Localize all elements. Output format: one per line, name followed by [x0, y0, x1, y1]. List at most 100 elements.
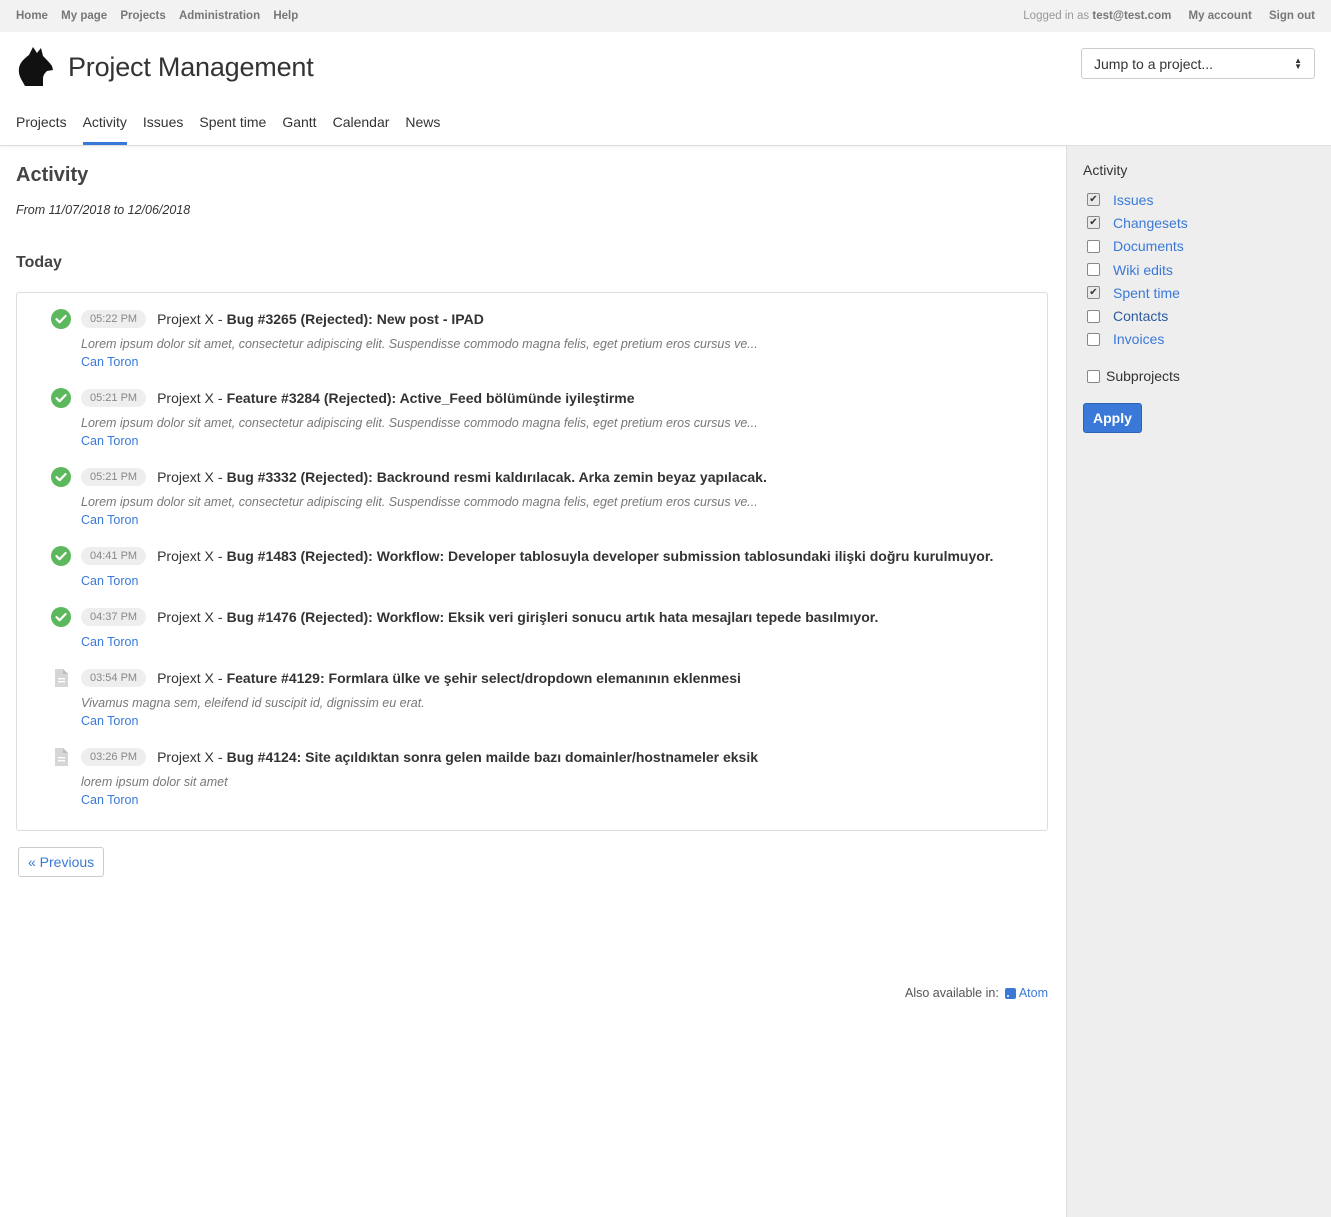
activity-item-header: 04:37 PM Projext X - Bug #1476 (Rejected): …: [81, 605, 1031, 629]
activity-description: Lorem ipsum dolor sit amet, consectetur …: [81, 416, 758, 430]
filter-invoices-checkbox[interactable]: [1087, 332, 1100, 346]
top-menu-projects[interactable]: Projects: [120, 10, 165, 22]
activity-time: 05:22 PM: [81, 310, 147, 328]
activity-list: 05:22 PM Projext X - Bug #3265 (Rejected): …: [16, 292, 1048, 831]
filter-wiki-edits-link[interactable]: Wiki edits: [1113, 262, 1173, 278]
filter-wiki-edits-checkbox[interactable]: [1087, 263, 1100, 277]
activity-project-link[interactable]: Projext X: [157, 609, 214, 625]
activity-author-link[interactable]: Can Toron: [81, 793, 1031, 807]
tab-spent-time[interactable]: Spent time: [199, 114, 266, 145]
sign-out-link[interactable]: Sign out: [1269, 10, 1315, 22]
activity-time: 04:37 PM: [81, 608, 147, 626]
activity-author-link[interactable]: Can Toron: [81, 574, 1031, 588]
filter-issues-link[interactable]: Issues: [1113, 192, 1153, 208]
activity-time: 05:21 PM: [81, 389, 147, 407]
activity-description: Lorem ipsum dolor sit amet, consectetur …: [81, 495, 758, 509]
activity-separator: -: [217, 469, 223, 485]
activity-author-link[interactable]: Can Toron: [81, 714, 1031, 728]
sidebar-title: Activity: [1083, 162, 1128, 178]
activity-author-link[interactable]: Can Toron: [81, 434, 1031, 448]
page-title: Activity: [16, 164, 89, 186]
subprojects-option[interactable]: Subprojects: [1083, 368, 1315, 384]
activity-item-header: 04:41 PM Projext X - Bug #1483 (Rejected): …: [81, 544, 1031, 568]
tab-news[interactable]: News: [405, 114, 440, 145]
jump-to-project-placeholder: Jump to a project...: [1094, 55, 1214, 72]
filter-wiki-edits[interactable]: Wiki edits: [1083, 258, 1315, 281]
activity-issue-link[interactable]: Bug #1476 (Rejected): Workflow: Eksik ve…: [227, 609, 879, 625]
activity-separator: -: [217, 548, 223, 564]
site-title[interactable]: Project Management: [68, 52, 314, 83]
filter-spent-time-link[interactable]: Spent time: [1113, 285, 1180, 301]
activity-item-header: 03:26 PM Projext X - Bug #4124: Site açıldı…: [81, 745, 1031, 769]
atom-label: Atom: [1018, 986, 1048, 1000]
activity-project-link[interactable]: Projext X: [157, 390, 214, 406]
activity-separator: -: [217, 749, 223, 765]
jump-to-project-select[interactable]: Jump to a project... ▲ ▼: [1081, 48, 1315, 79]
tab-gantt[interactable]: Gantt: [282, 114, 316, 145]
top-menu-help[interactable]: Help: [273, 10, 298, 22]
filter-documents[interactable]: Documents: [1083, 235, 1315, 258]
activity-project-link[interactable]: Projext X: [157, 749, 214, 765]
previous-button[interactable]: « Previous: [18, 847, 105, 877]
filter-documents-checkbox[interactable]: [1087, 239, 1100, 253]
activity-issue-link[interactable]: Feature #4129: Formlara ülke ve şehir se…: [227, 670, 741, 686]
filter-invoices[interactable]: Invoices: [1083, 328, 1315, 351]
sidebar: Activity ✔ Issues ✔ Changesets Documents Wiki…: [1066, 146, 1331, 1217]
atom-feed-link[interactable]: Atom: [1001, 986, 1048, 1000]
filter-spent-time-checkbox[interactable]: ✔: [1087, 286, 1100, 300]
activity-author-link[interactable]: Can Toron: [81, 355, 1031, 369]
activity-item: 05:21 PM Projext X - Bug #3332 (Rejected): …: [33, 465, 1031, 527]
subprojects-checkbox[interactable]: [1087, 369, 1100, 383]
apply-button[interactable]: Apply: [1083, 403, 1142, 434]
filter-contacts-checkbox[interactable]: [1087, 309, 1100, 323]
also-available-label: Also available in:: [905, 986, 999, 1000]
top-menu-home[interactable]: Home: [16, 10, 48, 22]
activity-issue-link[interactable]: Bug #1483 (Rejected): Workflow: Develope…: [227, 548, 994, 564]
filter-changesets[interactable]: ✔ Changesets: [1083, 211, 1315, 234]
check-circle-icon: [51, 607, 71, 627]
feed-icon: [1004, 987, 1016, 999]
tab-issues[interactable]: Issues: [143, 114, 183, 145]
activity-issue-link[interactable]: Bug #3332 (Rejected): Backround resmi ka…: [227, 469, 767, 485]
filter-documents-link[interactable]: Documents: [1113, 238, 1184, 254]
activity-issue-link[interactable]: Bug #3265 (Rejected): New post - IPAD: [227, 311, 484, 327]
top-menu-my-page[interactable]: My page: [61, 10, 107, 22]
activity-item-header: 05:22 PM Projext X - Bug #3265 (Rejected): …: [81, 307, 1031, 331]
filter-contacts[interactable]: Contacts: [1083, 304, 1315, 327]
activity-issue-link[interactable]: Feature #3284 (Rejected): Active_Feed bö…: [227, 390, 635, 406]
activity-time: 03:26 PM: [81, 748, 147, 766]
filter-changesets-checkbox[interactable]: ✔: [1087, 216, 1100, 230]
activity-separator: -: [217, 311, 223, 327]
tab-calendar[interactable]: Calendar: [333, 114, 390, 145]
activity-description: Lorem ipsum dolor sit amet, consectetur …: [81, 337, 758, 351]
activity-issue-link[interactable]: Bug #4124: Site açıldıktan sonra gelen m…: [227, 749, 758, 765]
activity-item: 05:22 PM Projext X - Bug #3265 (Rejected): …: [33, 307, 1031, 369]
filter-changesets-link[interactable]: Changesets: [1113, 215, 1188, 231]
logged-in-user[interactable]: test@test.com: [1092, 10, 1171, 22]
activity-project-link[interactable]: Projext X: [157, 548, 214, 564]
filter-issues-checkbox[interactable]: ✔: [1087, 193, 1100, 207]
top-menu-administration[interactable]: Administration: [179, 10, 260, 22]
check-circle-icon: [51, 467, 71, 487]
activity-filters: ✔ Issues ✔ Changesets Documents Wiki edits ✔ Sp…: [1083, 188, 1315, 351]
filter-spent-time[interactable]: ✔ Spent time: [1083, 281, 1315, 304]
activity-project-link[interactable]: Projext X: [157, 469, 214, 485]
activity-author-link[interactable]: Can Toron: [81, 513, 1031, 527]
activity-time: 05:21 PM: [81, 468, 147, 486]
activity-separator: -: [217, 390, 223, 406]
activity-item: 03:54 PM Projext X - Feature #4129: Formlar…: [33, 666, 1031, 728]
date-range: From 11/07/2018 to 12/06/2018: [16, 203, 191, 217]
brand: Project Management: [16, 46, 314, 88]
day-heading: Today: [16, 254, 62, 271]
tab-projects[interactable]: Projects: [16, 114, 67, 145]
filter-contacts-link[interactable]: Contacts: [1113, 308, 1168, 324]
activity-project-link[interactable]: Projext X: [157, 670, 214, 686]
filter-issues[interactable]: ✔ Issues: [1083, 188, 1315, 211]
tab-activity[interactable]: Activity: [82, 114, 127, 145]
my-account-link[interactable]: My account: [1189, 10, 1252, 22]
activity-project-link[interactable]: Projext X: [157, 311, 214, 327]
activity-author-link[interactable]: Can Toron: [81, 635, 1031, 649]
activity-separator: -: [217, 670, 223, 686]
filter-invoices-link[interactable]: Invoices: [1113, 331, 1164, 347]
top-menu: Home My page Projects Administration Hel…: [16, 10, 308, 22]
